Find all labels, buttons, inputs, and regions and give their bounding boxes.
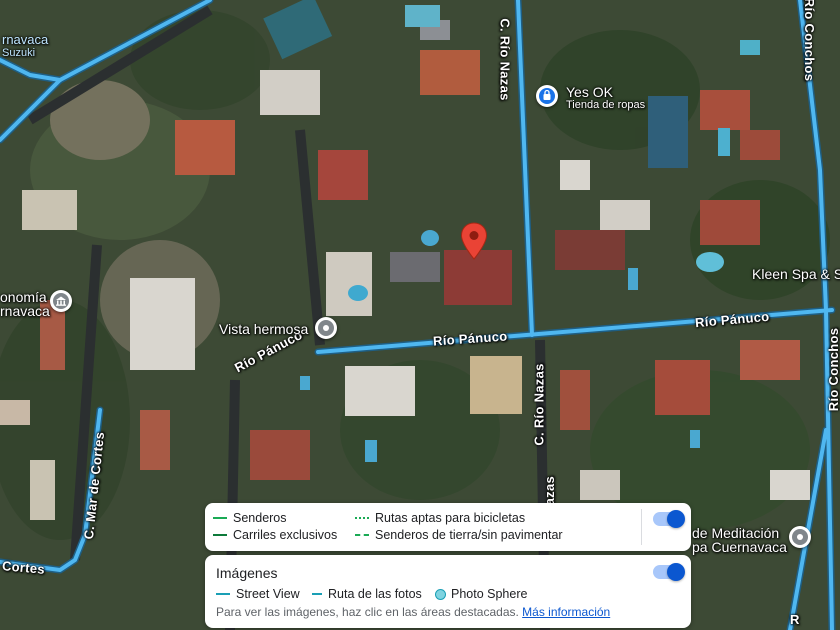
museum-icon[interactable] [50, 290, 72, 312]
place-icon[interactable] [315, 317, 337, 339]
photo-sphere-icon [435, 588, 446, 600]
place-label-vista-hermosa[interactable]: Vista hermosa [219, 321, 308, 337]
imagery-layer-toggle[interactable] [653, 563, 685, 581]
road-label-rio-conchos-top: Río Conchos [802, 0, 818, 82]
shopping-bag-icon[interactable] [536, 85, 558, 107]
imagery-note: Para ver las imágenes, haz clic en las á… [216, 605, 610, 619]
place-label-yes-ok[interactable]: Yes OK [566, 84, 613, 100]
legend-rutas-aptas-label: Rutas aptas para bicicletas [375, 511, 526, 525]
place-label-kleen-spa[interactable]: Kleen Spa & Sa [752, 266, 840, 282]
imagery-note-text: Para ver las imágenes, haz clic en las á… [216, 605, 519, 619]
imagery-title: Imágenes [216, 565, 278, 581]
legend-carriles-label: Carriles exclusivos [233, 528, 338, 542]
legend-photo-sphere: Photo Sphere [435, 587, 527, 601]
place-label-meditacion-line2: pa Cuernavaca [692, 539, 787, 555]
place-label-economia-line2: rnavaca [0, 303, 50, 319]
road-label-c-rio-nazas-top: C. Río Nazas [497, 18, 513, 101]
legend-senderos-tierra-label: Senderos de tierra/sin pavimentar [375, 528, 563, 542]
place-label-suzuki: Suzuki [2, 47, 36, 59]
legend-rutas-aptas: Rutas aptas para bicicletas [355, 511, 525, 525]
panel-divider [641, 509, 642, 545]
bike-legend-panel: Senderos Carriles exclusivos Rutas aptas… [205, 503, 691, 551]
legend-street-view-label: Street View [236, 587, 300, 601]
place-icon[interactable] [789, 526, 811, 548]
legend-street-view: Street View [216, 587, 300, 601]
location-pin-icon[interactable] [460, 222, 488, 260]
legend-senderos-tierra: Senderos de tierra/sin pavimentar [355, 528, 563, 542]
road-label-c-rio-nazas-bottom: C. Río Nazas [531, 363, 547, 446]
imagery-panel: Imágenes Street View Ruta de las fotos P… [205, 555, 691, 628]
legend-ruta-fotos-label: Ruta de las fotos [328, 587, 422, 601]
legend-ruta-fotos: Ruta de las fotos [312, 587, 422, 601]
road-label-partial: R [790, 612, 800, 627]
place-label-tienda-de-ropas: Tienda de ropas [566, 99, 646, 111]
more-info-link[interactable]: Más información [522, 605, 610, 619]
place-label-cuernavaca: rnavaca [2, 32, 49, 47]
legend-senderos: Senderos [213, 511, 287, 525]
legend-carriles: Carriles exclusivos [213, 528, 337, 542]
bike-layer-toggle[interactable] [653, 510, 685, 528]
road-label-rio-conchos-bottom: Río Conchos [826, 327, 840, 412]
legend-photo-sphere-label: Photo Sphere [451, 587, 528, 601]
legend-senderos-label: Senderos [233, 511, 287, 525]
